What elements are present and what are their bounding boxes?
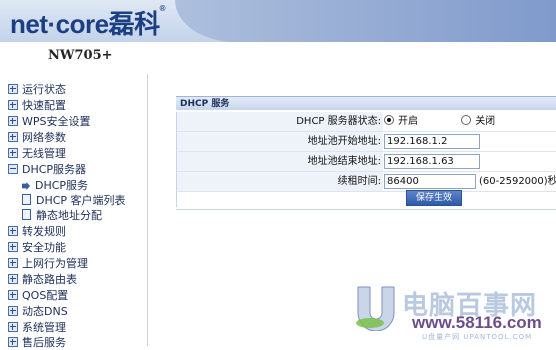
sidebar-item-system[interactable]: 系统管理 <box>8 320 66 335</box>
panel-title: DHCP 服务 <box>176 96 556 110</box>
panel-divider <box>176 209 556 210</box>
status-label: DHCP 服务器状态: <box>177 112 383 131</box>
expand-icon <box>8 306 18 316</box>
sidebar-item-wireless[interactable]: 无线管理 <box>8 146 66 161</box>
lease-label: 续租时间: <box>177 172 383 191</box>
collapse-icon <box>8 164 18 174</box>
expand-icon <box>8 226 18 236</box>
sidebar-item-forwarding[interactable]: 转发规则 <box>8 224 66 239</box>
watermark: 电脑百事网 www.58116.com U盘量产网 UPANTOOL.COM <box>352 283 552 343</box>
sidebar-item-support[interactable]: 售后服务 <box>8 335 66 350</box>
end-row: 地址池结束地址: 192.168.1.63 <box>177 152 556 172</box>
expand-icon <box>8 84 18 94</box>
start-row: 地址池开始地址: 192.168.1.2 <box>177 132 556 152</box>
expand-icon <box>8 242 18 252</box>
sidebar-item-static-address[interactable]: 静态地址分配 <box>22 208 102 223</box>
expand-icon <box>8 322 18 332</box>
sidebar-item-wps[interactable]: WPS安全设置 <box>8 114 91 129</box>
logo-cn: 磊科 <box>108 9 161 39</box>
sidebar-item-status[interactable]: 运行状态 <box>8 82 66 97</box>
expand-icon <box>8 290 18 300</box>
model-name: NW705+ <box>48 48 113 63</box>
sidebar-item-security[interactable]: 安全功能 <box>8 240 66 255</box>
header-decoration <box>175 0 556 42</box>
sidebar-item-dhcp-server[interactable]: DHCP服务器 <box>8 162 86 177</box>
sidebar-item-network[interactable]: 网络参数 <box>8 130 66 145</box>
dhcp-form: DHCP 服务器状态: 开启 关闭 地址池开始地址: 192.168.1.2 地… <box>176 112 556 207</box>
end-label: 地址池结束地址: <box>177 152 383 171</box>
lease-row: 续租时间: 86400 (60-2592000)秒 <box>177 172 556 192</box>
sidebar-item-behavior[interactable]: 上网行为管理 <box>8 256 88 271</box>
expand-icon <box>8 274 18 284</box>
sidebar-item-dhcp-service[interactable]: DHCP服务 <box>22 178 88 193</box>
save-button[interactable]: 保存生效 <box>406 190 462 206</box>
watermark-url: www.58116.com <box>412 313 542 332</box>
lease-hint: (60-2592000)秒 <box>479 176 556 187</box>
sidebar-item-dhcp-clients[interactable]: DHCP 客户端列表 <box>22 193 126 208</box>
sidebar-item-ddns[interactable]: 动态DNS <box>8 304 68 319</box>
logo-text: net·core <box>10 9 109 39</box>
brand-logo: net·core磊科® <box>10 4 166 41</box>
header: net·core磊科® <box>0 0 556 42</box>
watermark-subtitle: U盘量产网 UPANTOOL.COM <box>422 333 533 341</box>
expand-icon <box>8 132 18 142</box>
end-address-input[interactable]: 192.168.1.63 <box>384 154 480 169</box>
expand-icon <box>8 116 18 126</box>
arrow-right-icon <box>22 182 30 190</box>
status-row: DHCP 服务器状态: 开启 关闭 <box>177 112 556 132</box>
status-off-option[interactable]: 关闭 <box>461 115 495 127</box>
sidebar-item-static-route[interactable]: 静态路由表 <box>8 272 77 287</box>
page-icon <box>22 194 31 205</box>
sidebar-item-quick-config[interactable]: 快速配置 <box>8 98 66 113</box>
logo-registered: ® <box>159 4 166 13</box>
lease-time-input[interactable]: 86400 <box>384 174 476 189</box>
sidebar-item-qos[interactable]: QOS配置 <box>8 288 68 303</box>
expand-icon <box>8 100 18 110</box>
status-options: 开启 关闭 <box>384 112 495 131</box>
page-icon <box>22 209 31 220</box>
radio-selected-icon[interactable] <box>384 115 394 125</box>
watermark-logo-icon <box>356 286 395 331</box>
radio-icon[interactable] <box>461 115 472 125</box>
expand-icon <box>8 148 18 158</box>
status-on-option[interactable]: 开启 <box>384 115 418 127</box>
start-address-input[interactable]: 192.168.1.2 <box>384 134 480 149</box>
start-label: 地址池开始地址: <box>177 132 383 151</box>
expand-icon <box>8 258 18 268</box>
sidebar: 运行状态 快速配置 WPS安全设置 网络参数 无线管理 DHCP服务器 DHCP… <box>0 74 148 349</box>
